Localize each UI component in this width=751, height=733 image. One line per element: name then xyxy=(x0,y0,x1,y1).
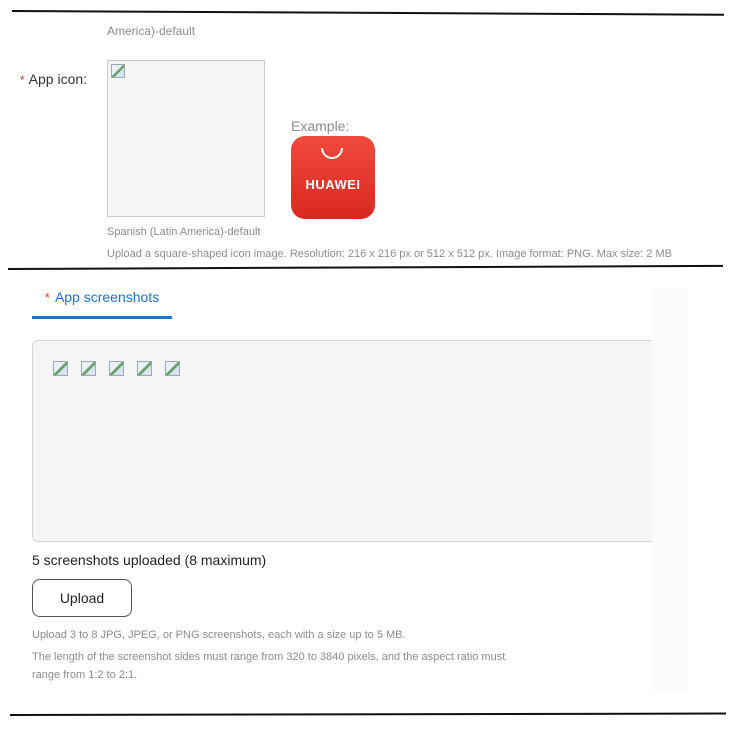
screenshot-dimension-hint: The length of the screenshot sides must … xyxy=(32,651,506,681)
huawei-appgallery-example-icon: HUAWEI xyxy=(291,136,375,219)
bottom-divider xyxy=(9,712,727,716)
upload-button[interactable]: Upload xyxy=(32,579,132,617)
top-divider xyxy=(11,10,724,16)
required-marker: * xyxy=(44,290,50,305)
huawei-brand-text: HUAWEI xyxy=(305,177,361,192)
icon-language-caption: Spanish (Latin America)-default xyxy=(107,226,261,238)
broken-image-icon xyxy=(111,64,125,78)
middle-divider xyxy=(7,264,723,270)
tab-label: App screenshots xyxy=(54,289,160,305)
screenshot-thumbnail-4-broken-image-icon[interactable] xyxy=(137,361,152,376)
screenshot-thumbnail-1-broken-image-icon[interactable] xyxy=(53,361,68,376)
example-label: Example: xyxy=(291,118,350,134)
screenshot-thumbnail-2-broken-image-icon[interactable] xyxy=(81,361,96,376)
tab-app-screenshots[interactable]: * App screenshots xyxy=(32,283,172,319)
screenshot-format-hint: Upload 3 to 8 JPG, JPEG, or PNG screensh… xyxy=(32,629,406,641)
screenshot-thumbnail-3-broken-image-icon[interactable] xyxy=(109,361,124,376)
app-icon-label-text: App icon: xyxy=(28,71,88,87)
app-icon-label: * App icon: xyxy=(20,71,87,87)
required-marker: * xyxy=(20,73,25,87)
shopping-bag-smile-icon xyxy=(321,148,343,159)
screenshot-thumbnails xyxy=(53,361,180,376)
app-icon-uploader[interactable] xyxy=(107,60,265,217)
icon-upload-hint: Upload a square-shaped icon image. Resol… xyxy=(107,248,672,260)
screenshot-thumbnail-5-broken-image-icon[interactable] xyxy=(165,361,180,376)
screenshots-dropzone[interactable] xyxy=(32,340,657,542)
previous-language-caption: America)-default xyxy=(107,24,196,38)
right-edge-panel xyxy=(652,288,688,690)
screenshots-count: 5 screenshots uploaded (8 maximum) xyxy=(32,552,267,568)
